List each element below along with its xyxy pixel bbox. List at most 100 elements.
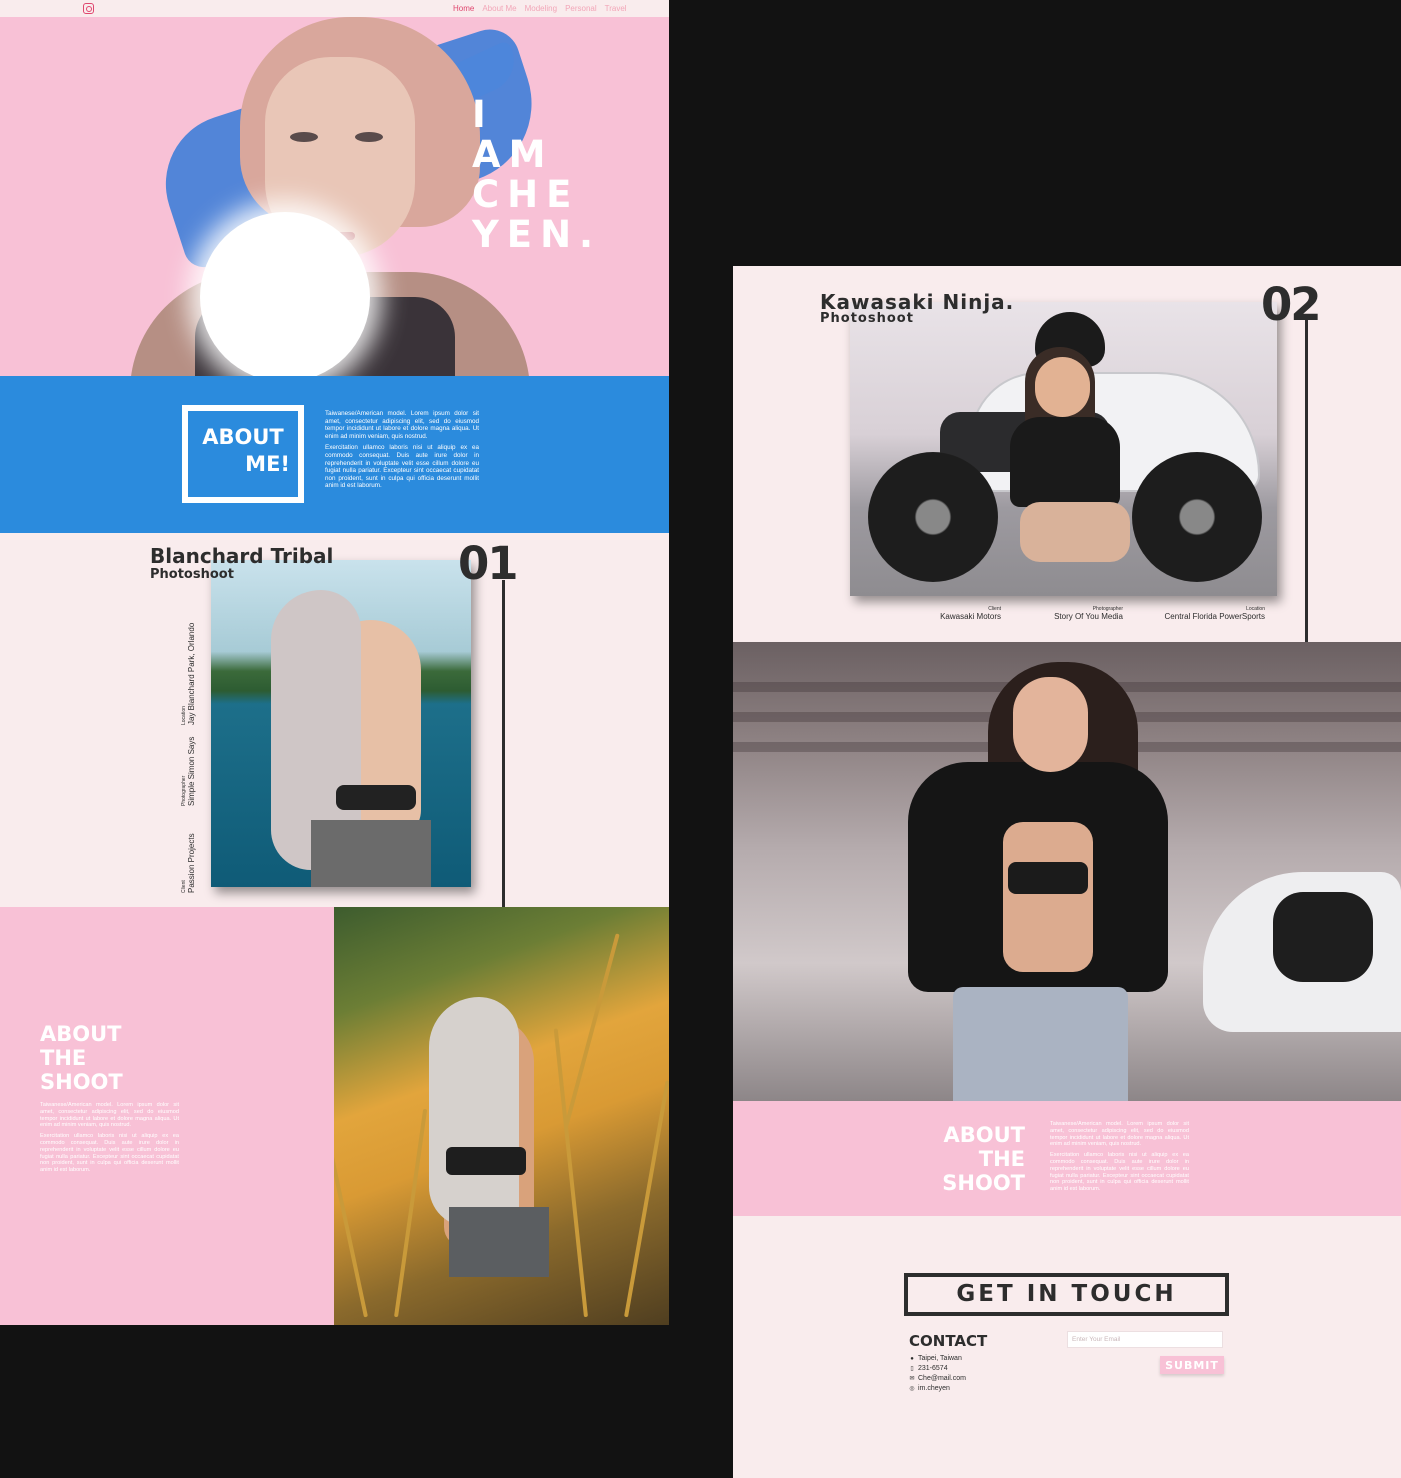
photo-model: [1003, 822, 1093, 972]
about-me-section: ABOUT ME! Taiwanese/American model. Lore…: [0, 376, 669, 533]
about-shoot-paragraph: Exercitation ullamco laboris nisi ut ali…: [40, 1133, 179, 1174]
contact-location: Taipei, Taiwan: [918, 1355, 962, 1362]
about-shoot-paragraph: Taiwanese/American model. Lorem ipsum do…: [1050, 1121, 1189, 1148]
vertical-divider: [502, 580, 505, 907]
about-paragraph: Exercitation ullamco laboris nisi ut ali…: [325, 444, 479, 490]
hero-title-line: I: [472, 93, 494, 136]
about-me-heading-box: ABOUT ME!: [182, 405, 304, 503]
contact-title: CONTACT: [909, 1332, 988, 1350]
vertical-divider: [1305, 320, 1308, 642]
about-shoot-text: Taiwanese/American model. Lorem ipsum do…: [40, 1102, 179, 1174]
left-page: Home About Me Modeling Personal Travel I…: [0, 0, 669, 1325]
grass-stalk: [394, 1108, 428, 1318]
about-heading-line: ABOUT: [202, 425, 284, 449]
credit-location: Location Central Florida PowerSports: [1138, 606, 1265, 621]
kawasaki-ninja-photo[interactable]: [850, 302, 1277, 596]
about-shoot-title-line: THE: [978, 1147, 1025, 1171]
contact-phone[interactable]: 231-6574: [918, 1364, 948, 1374]
credit-photographer: Photographer Simple Simon Says: [181, 737, 196, 806]
about-shoot-paragraph: Taiwanese/American model. Lorem ipsum do…: [40, 1102, 179, 1129]
hero-model-eye: [290, 132, 318, 142]
nav-item-personal[interactable]: Personal: [565, 4, 597, 13]
credit-value: Passion Projects: [187, 833, 196, 893]
light-orb: [200, 212, 370, 376]
nav-item-home[interactable]: Home: [453, 4, 474, 13]
credit-client: Client Kawasaki Motors: [931, 606, 1001, 621]
contact-item: ▯ 231-6574: [909, 1364, 966, 1374]
blanchard-tribal-photo[interactable]: [211, 560, 471, 887]
about-shoot-title-line: ABOUT: [40, 1022, 122, 1046]
hero-title-line: YEN.: [472, 213, 602, 256]
about-the-shoot-02: ABOUT THE SHOOT Taiwanese/American model…: [733, 1101, 1401, 1216]
nav-links: Home About Me Modeling Personal Travel: [453, 4, 627, 13]
about-shoot-title-line: SHOOT: [40, 1070, 123, 1094]
shoot-number: 02: [1261, 278, 1322, 331]
nav-item-about-me[interactable]: About Me: [482, 4, 516, 13]
photo-model-shorts: [449, 1207, 549, 1277]
map-pin-icon: ●: [910, 1356, 914, 1362]
photo-model-hair: [429, 997, 519, 1227]
nav-item-travel[interactable]: Travel: [605, 4, 627, 13]
hero-title-line: CHE: [472, 173, 580, 216]
instagram-icon[interactable]: [83, 3, 94, 14]
photo-model-jeans: [953, 987, 1128, 1101]
contact-item: ● Taipei, Taiwan: [909, 1354, 966, 1364]
top-nav: Home About Me Modeling Personal Travel: [0, 0, 669, 17]
photo-model-jacket: [1010, 417, 1120, 507]
photo-model-top: [336, 785, 416, 810]
credit-value: Kawasaki Motors: [940, 612, 1001, 621]
about-shoot-paragraph: Exercitation ullamco laboris nisi ut ali…: [1050, 1152, 1189, 1193]
contact-email[interactable]: Che@mail.com: [918, 1374, 966, 1384]
shoot-title: Blanchard Tribal: [150, 544, 334, 568]
about-shoot-title-line: THE: [40, 1046, 87, 1070]
photo-model-face: [1035, 357, 1090, 417]
photo-model-face: [1013, 677, 1088, 772]
grass-stalk: [564, 933, 620, 1128]
credit-value: Simple Simon Says: [187, 736, 196, 806]
shoot-02-section: 02 Kawasaki Ninja. Photoshoot Client Kaw…: [733, 266, 1401, 642]
hero-section: I AM CHE YEN.: [0, 17, 669, 376]
photo-model-legs: [1020, 502, 1130, 562]
photo-model-top: [1008, 862, 1088, 894]
contact-item: ◎ im.cheyen: [909, 1384, 966, 1394]
about-the-shoot-01: ABOUT THE SHOOT Taiwanese/American model…: [0, 907, 334, 1325]
about-shoot-title-line: SHOOT: [942, 1171, 1025, 1195]
motorcycle-seat: [1273, 892, 1373, 982]
credit-value: Central Florida PowerSports: [1164, 612, 1265, 621]
contact-instagram[interactable]: im.cheyen: [918, 1384, 950, 1394]
instagram-icon: ◎: [909, 1386, 915, 1392]
contact-item: ✉ Che@mail.com: [909, 1374, 966, 1384]
contact-list: ● Taipei, Taiwan ▯ 231-6574 ✉ Che@mail.c…: [909, 1354, 966, 1394]
garage-photo[interactable]: [733, 642, 1401, 1101]
email-input[interactable]: [1067, 1331, 1223, 1348]
contact-section: GET IN TOUCH CONTACT ● Taipei, Taiwan ▯ …: [733, 1216, 1401, 1478]
submit-button[interactable]: SUBMIT: [1160, 1356, 1224, 1374]
about-shoot-title: ABOUT THE SHOOT: [923, 1123, 1025, 1195]
motorcycle-wheel: [868, 452, 998, 582]
grass-stalk: [334, 1062, 368, 1318]
hero-title-line: AM: [472, 133, 554, 176]
shoot-01-section: 01 Blanchard Tribal Photoshoot Client Pa…: [0, 533, 669, 907]
phone-icon: ▯: [910, 1366, 914, 1372]
about-me-text: Taiwanese/American model. Lorem ipsum do…: [325, 410, 479, 490]
shoot-subtitle: Photoshoot: [820, 311, 914, 326]
right-page: 02 Kawasaki Ninja. Photoshoot Client Kaw…: [733, 266, 1401, 1478]
grass-stalk: [624, 1080, 669, 1318]
about-heading-line: ME!: [245, 452, 290, 476]
credit-client: Client Passion Projects: [181, 833, 196, 893]
shoot-credits: Client Passion Projects Photographer Sim…: [181, 623, 481, 893]
hero-title: I AM CHE YEN.: [472, 95, 601, 255]
about-paragraph: Taiwanese/American model. Lorem ipsum do…: [325, 410, 479, 440]
about-shoot-text: Taiwanese/American model. Lorem ipsum do…: [1050, 1121, 1189, 1193]
hero-model-eye: [355, 132, 383, 142]
shoot-number: 01: [458, 537, 519, 590]
field-photo[interactable]: [334, 907, 669, 1325]
nav-item-modeling[interactable]: Modeling: [525, 4, 557, 13]
about-shoot-title: ABOUT THE SHOOT: [40, 1022, 123, 1094]
shoot-subtitle: Photoshoot: [150, 567, 234, 582]
credit-photographer: Photographer Story Of You Media: [1033, 606, 1123, 621]
credit-value: Story Of You Media: [1054, 612, 1123, 621]
credit-value: Jay Blanchard Park, Orlando: [187, 622, 196, 725]
credit-location: Location Jay Blanchard Park, Orlando: [181, 623, 196, 725]
motorcycle-wheel: [1132, 452, 1262, 582]
